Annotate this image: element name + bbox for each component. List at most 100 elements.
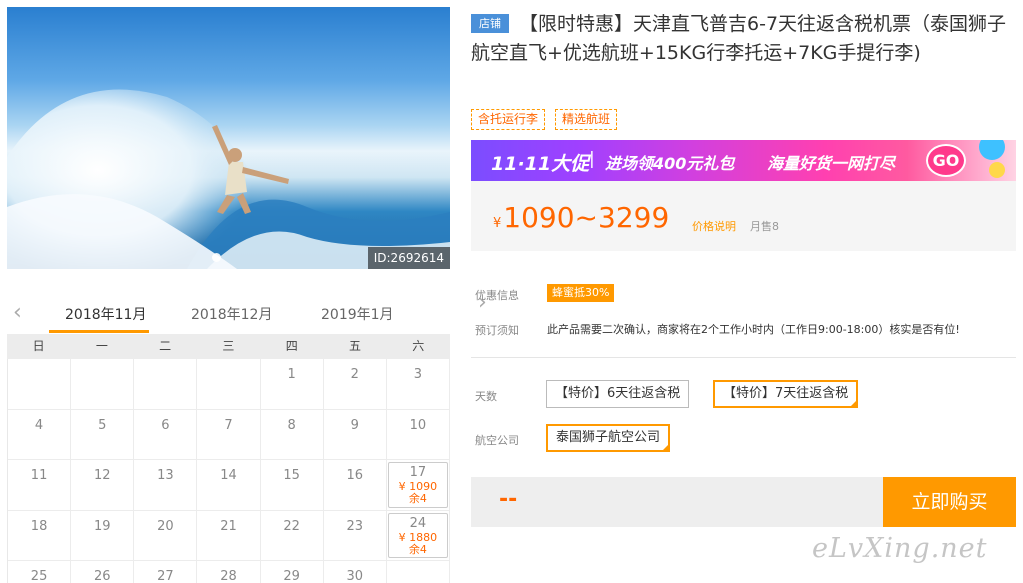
surfer-photo [7, 89, 450, 269]
calendar-day-cell[interactable]: 15 [260, 460, 324, 511]
airline-label: 航空公司 [475, 434, 519, 447]
selected-price: -- [499, 487, 518, 512]
calendar-day-cell[interactable]: 18 [8, 510, 72, 561]
calendar-day-cell[interactable]: 5 [71, 409, 135, 460]
carousel-dot[interactable] [212, 253, 221, 262]
day-number: 21 [220, 518, 237, 534]
day-number: 27 [157, 569, 174, 583]
day-number: 17 [409, 465, 427, 480]
option-airline-thai-lion[interactable]: 泰国狮子航空公司 [546, 424, 671, 452]
decor-ball-icon [989, 162, 1005, 178]
calendar-week-row: 11 12 13 14 15 16 17 ¥ 1090 余4 [8, 460, 450, 511]
calendar-day-cell[interactable]: 14 [197, 460, 261, 511]
divider [471, 357, 1016, 358]
calendar-day-cell[interactable]: 23 [323, 510, 387, 561]
price-box: ¥1090~3299 价格说明 月售8 [471, 181, 1016, 251]
day-price: ¥ 1880 [398, 530, 438, 544]
calendar-day-cell[interactable]: 25 [8, 561, 72, 583]
day-number: 24 [409, 515, 427, 531]
active-month-indicator [49, 330, 149, 333]
calendar-day-cell[interactable]: 26 [71, 561, 135, 583]
option-7-days[interactable]: 【特价】7天往返含税 [713, 380, 859, 408]
calendar-day-cell[interactable]: 24 ¥ 1880 余4 [386, 510, 450, 561]
decor-ball-icon [979, 140, 1005, 160]
days-label: 天数 [475, 390, 497, 403]
buy-now-button[interactable]: 立即购买 [883, 477, 1016, 527]
calendar-grid: 1 2 3 4 5 6 7 8 9 10 11 12 13 14 15 16 17 ¥ 1090 余4 18 19 20 2… [7, 359, 450, 583]
calendar-day-cell[interactable]: 20 [134, 510, 198, 561]
price-range-value: 1090~3299 [503, 201, 670, 234]
day-number: 11 [30, 468, 48, 483]
calendar-month-nav: ‹ 2018年11月 2018年12月 2019年1月 › [7, 290, 487, 334]
day-number: 14 [220, 468, 237, 483]
weekday-label: 日 [32, 339, 45, 353]
available-date[interactable]: 17 ¥ 1090 余4 [387, 462, 448, 508]
calendar-day-cell[interactable]: 27 [134, 561, 198, 583]
product-title-block: 店铺 【限时特惠】天津直飞普吉6-7天往返含税机票（泰国狮子航空直飞+优选航班+1… [471, 10, 1018, 68]
booking-notice-label: 预订须知 [475, 324, 519, 337]
calendar-day-cell[interactable]: 9 [323, 409, 387, 460]
tag-selected-flight: 精选航班 [555, 109, 618, 130]
day-number: 26 [93, 569, 111, 583]
calendar-day-cell[interactable]: 22 [260, 510, 324, 561]
day-number: 5 [98, 417, 107, 433]
calendar-day-cell[interactable]: 30 [324, 561, 387, 583]
day-number: 25 [30, 569, 48, 583]
price-explain-link[interactable]: 价格说明 [692, 218, 736, 234]
option-6-days[interactable]: 【特价】6天往返含税 [546, 380, 690, 408]
calendar-day-cell[interactable]: 17 ¥ 1090 余4 [386, 460, 450, 511]
image-id-label: ID:2692614 [367, 247, 450, 269]
day-number: 4 [34, 417, 44, 433]
day-number: 19 [93, 518, 111, 534]
shop-badge[interactable]: 店铺 [471, 14, 509, 33]
calendar-day-cell[interactable]: 21 [197, 510, 261, 561]
day-number: 29 [283, 569, 300, 583]
day-number: 6 [161, 417, 170, 433]
calendar-day-cell[interactable]: 2 [323, 359, 387, 410]
banner-slogan: 海量好货一网打尽 [767, 154, 896, 173]
day-number: 7 [224, 417, 233, 433]
product-tags: 含托运行李 精选航班 [471, 109, 618, 130]
day-number: 20 [157, 518, 174, 534]
day-number: 15 [283, 468, 300, 483]
calendar-day-cell[interactable]: 12 [71, 460, 135, 511]
month-tab-3[interactable]: 2019年1月 [321, 304, 394, 324]
banner-go-button[interactable]: GO [926, 144, 966, 177]
calendar-day-cell[interactable]: 3 [386, 359, 450, 410]
calendar-day-cell[interactable]: 16 [323, 460, 387, 511]
day-number: 23 [346, 518, 364, 534]
calendar-day-cell[interactable]: 10 [386, 409, 450, 460]
day-number: 12 [93, 468, 111, 483]
day-number: 3 [413, 367, 423, 382]
calendar-day-cell[interactable]: 11 [8, 460, 72, 511]
day-number: 22 [283, 518, 300, 534]
booking-notice-text: 此产品需要二次确认，商家将在2个工作小时内（工作日9:00-18:00）核实是否… [547, 323, 960, 336]
calendar-day-cell[interactable]: 8 [260, 409, 324, 460]
available-date[interactable]: 24 ¥ 1880 余4 [387, 512, 448, 558]
honey-discount-badge: 蜂蜜抵30% [547, 284, 615, 302]
seats-remaining: 余4 [408, 492, 427, 505]
calendar-day-cell[interactable]: 29 [261, 561, 324, 583]
month-tab-2[interactable]: 2018年12月 [191, 304, 272, 324]
calendar-day-cell[interactable]: 1 [260, 359, 324, 410]
calendar-day-cell [8, 359, 72, 410]
promo-info-label: 优惠信息 [475, 289, 519, 302]
prev-month-chevron-icon[interactable]: ‹ [13, 300, 22, 325]
calendar-day-cell[interactable]: 7 [197, 409, 261, 460]
calendar-day-cell [71, 359, 135, 410]
calendar-day-cell[interactable]: 6 [134, 409, 198, 460]
day-number: 9 [350, 417, 359, 433]
month-tab-1[interactable]: 2018年11月 [65, 304, 146, 324]
day-number: 16 [346, 468, 364, 483]
calendar-day-cell[interactable]: 13 [134, 460, 198, 511]
seats-remaining: 余4 [408, 542, 427, 556]
promo-banner[interactable]: 11·11大促 | 进场领400元礼包 海量好货一网打尽 GO [471, 140, 1016, 181]
calendar-day-cell[interactable]: 4 [8, 409, 72, 460]
day-number: 28 [220, 569, 237, 583]
calendar-week-row: 4 5 6 7 8 9 10 [8, 409, 450, 460]
calendar-day-cell [197, 359, 261, 410]
date-calendar: ‹ 2018年11月 2018年12月 2019年1月 › 日一二三四五六 12… [7, 290, 487, 583]
calendar-week-row: 18 19 20 21 22 23 24 ¥ 1880 余4 [8, 510, 450, 561]
calendar-day-cell[interactable]: 19 [71, 510, 135, 561]
calendar-day-cell[interactable]: 28 [197, 561, 261, 583]
